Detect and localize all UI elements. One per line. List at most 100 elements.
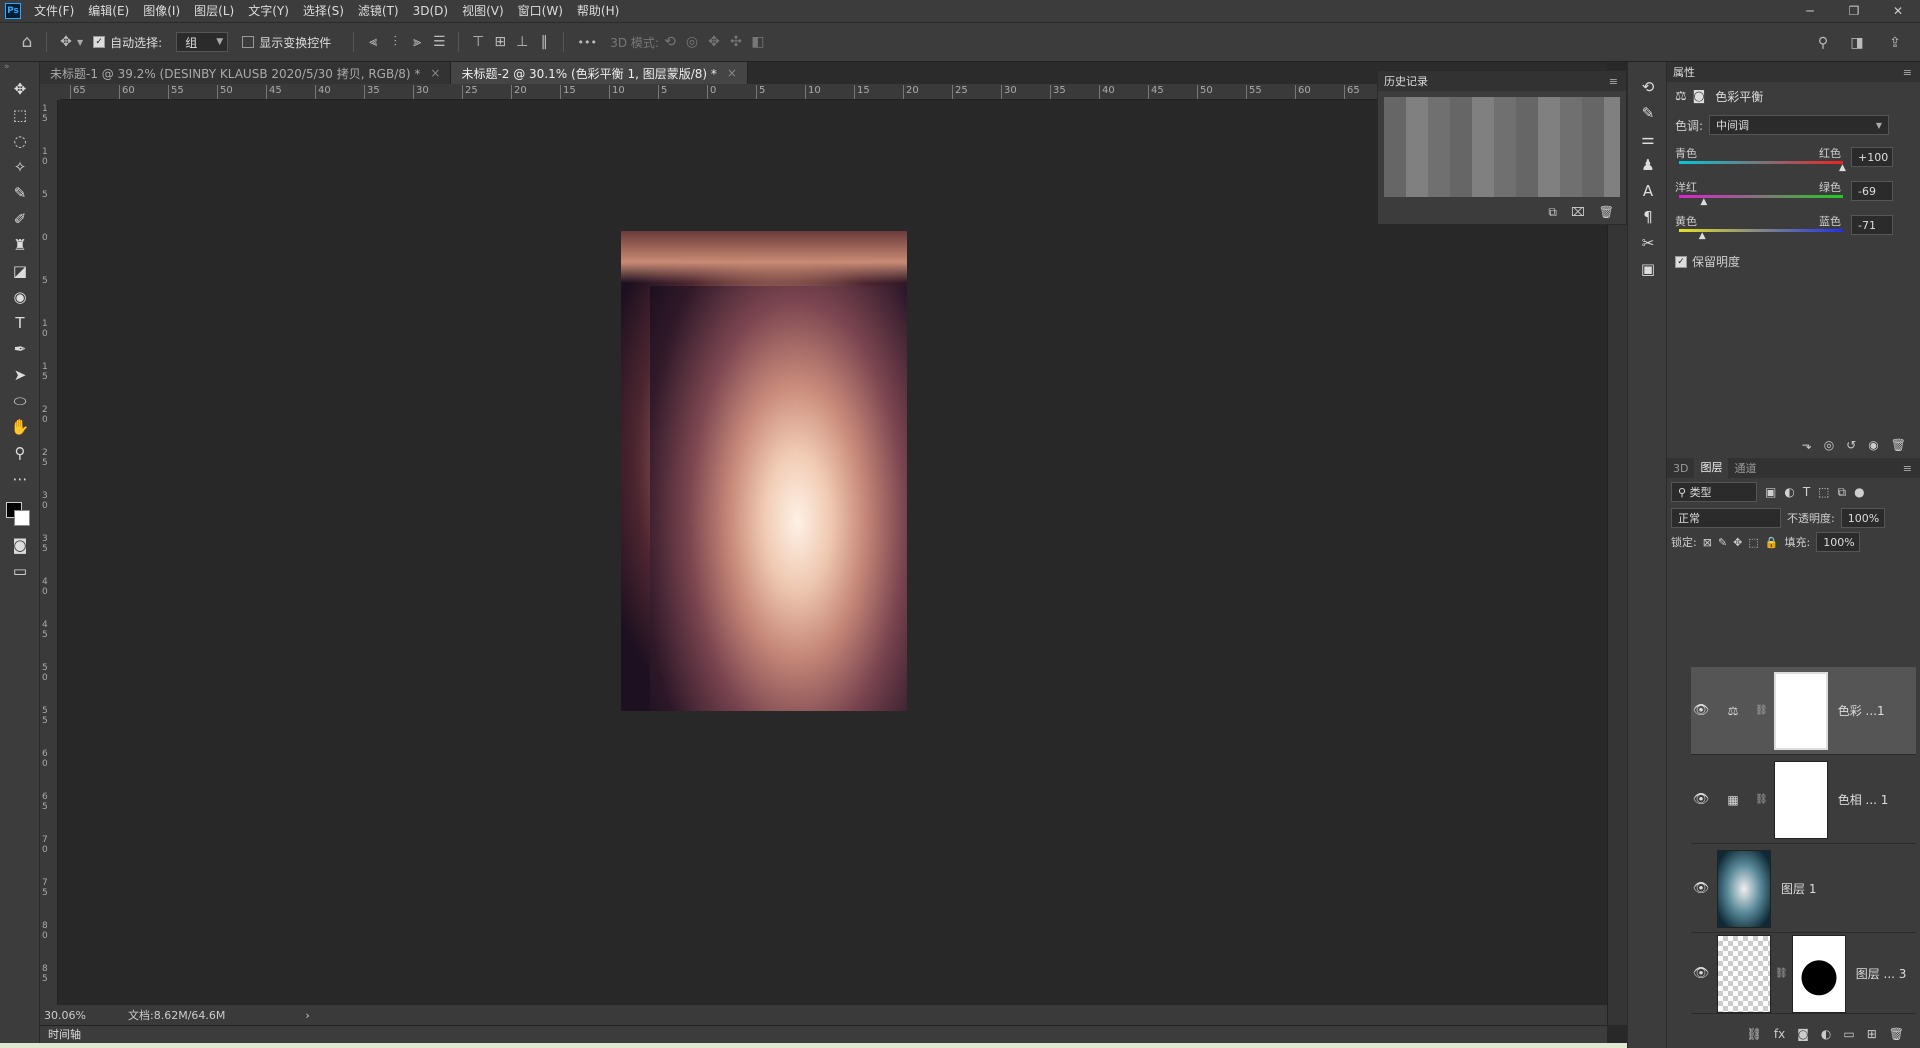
history-panel-icon[interactable]: ⟲ xyxy=(1628,74,1668,100)
screen-mode-icon[interactable]: ▭ xyxy=(0,558,40,584)
document-image[interactable] xyxy=(621,231,907,711)
adjustment-layer-icon[interactable]: ◐ xyxy=(1821,1027,1831,1041)
align-right-icon[interactable]: ⫸ xyxy=(406,31,428,53)
menu-view[interactable]: 视图(V) xyxy=(455,0,511,22)
share-icon[interactable]: ⇪ xyxy=(1884,32,1906,54)
chevron-down-icon[interactable]: ▼ xyxy=(77,38,83,47)
slider-thumb-icon[interactable]: ▲ xyxy=(1839,163,1846,173)
status-arrow-icon[interactable]: › xyxy=(305,1009,309,1022)
align-top-icon[interactable]: ⊤ xyxy=(467,31,489,53)
paint-bucket-tool-icon[interactable]: ◉ xyxy=(0,284,40,310)
layer-mask-thumbnail[interactable] xyxy=(1773,671,1828,750)
close-icon[interactable]: × xyxy=(727,66,737,80)
layer-row-hue-saturation[interactable]: 👁 ▦ ⛓ 色相 ... 1 xyxy=(1691,756,1916,844)
new-layer-icon[interactable]: ⊞ xyxy=(1867,1027,1877,1041)
group-icon[interactable]: ▭ xyxy=(1843,1027,1854,1041)
visibility-eye-icon[interactable]: 👁 xyxy=(1691,881,1711,896)
layer-thumbnail[interactable] xyxy=(1717,934,1771,1013)
menu-layer[interactable]: 图层(L) xyxy=(187,0,241,22)
history-title[interactable]: 历史记录 xyxy=(1384,73,1428,89)
lock-transparent-icon[interactable]: ⊠ xyxy=(1703,536,1712,549)
link-icon[interactable]: ⛓ xyxy=(1755,705,1768,716)
visibility-icon[interactable]: ◉ xyxy=(1868,438,1878,452)
history-snapshot-thumbnail[interactable] xyxy=(1384,97,1620,197)
more-tools-icon[interactable]: ⋯ xyxy=(0,466,40,492)
tab-3d[interactable]: 3D xyxy=(1667,462,1694,475)
menu-3d[interactable]: 3D(D) xyxy=(406,0,455,22)
menu-filter[interactable]: 滤镜(T) xyxy=(351,0,406,22)
slider-thumb-icon[interactable]: ▲ xyxy=(1700,197,1707,207)
filter-smart-icon[interactable]: ⧉ xyxy=(1838,485,1847,500)
libraries-icon[interactable]: ▣ xyxy=(1628,256,1668,282)
lock-artboard-icon[interactable]: ⬚ xyxy=(1748,536,1758,549)
marquee-tool-icon[interactable]: ⬚ xyxy=(0,102,40,128)
checkbox-checked-icon[interactable]: ✓ xyxy=(1675,255,1687,268)
mask-icon[interactable]: ◙ xyxy=(1693,89,1706,104)
workspace-icon[interactable]: ◨ xyxy=(1846,32,1868,54)
distribute-icon[interactable]: ☰ xyxy=(428,31,450,53)
3d-camera-icon[interactable]: ◧ xyxy=(747,31,769,53)
magic-wand-tool-icon[interactable]: ✧ xyxy=(0,154,40,180)
brush-tool-icon[interactable]: ✐ xyxy=(0,206,40,232)
visibility-eye-icon[interactable]: 👁 xyxy=(1691,792,1711,807)
lasso-tool-icon[interactable]: ◌ xyxy=(0,128,40,154)
3d-pan-icon[interactable]: ✥ xyxy=(703,31,725,53)
trash-icon[interactable]: 🗑 xyxy=(1891,438,1906,452)
lock-position-icon[interactable]: ✥ xyxy=(1733,536,1742,549)
filter-toggle-icon[interactable]: ● xyxy=(1854,485,1864,499)
zoom-level[interactable]: 30.06% xyxy=(44,1009,106,1022)
auto-select-dropdown[interactable]: 组 ▼ xyxy=(176,32,229,52)
tool-presets-icon[interactable]: ✂ xyxy=(1628,230,1668,256)
auto-select-checkbox[interactable]: ✓ 自动选择: xyxy=(93,34,162,51)
minimize-button[interactable]: ─ xyxy=(1788,0,1832,22)
menu-image[interactable]: 图像(I) xyxy=(136,0,187,22)
lock-all-icon[interactable]: 🔒 xyxy=(1765,536,1779,549)
home-icon[interactable]: ⌂ xyxy=(16,31,38,53)
type-tool-icon[interactable]: T xyxy=(0,310,40,336)
close-icon[interactable]: × xyxy=(430,66,440,80)
quick-mask-icon[interactable]: ◙ xyxy=(0,532,40,558)
filter-type-icon[interactable]: T xyxy=(1803,485,1810,499)
slider-value-field[interactable]: +100 xyxy=(1851,147,1893,167)
align-middle-icon[interactable]: ⊞ xyxy=(489,31,511,53)
view-previous-icon[interactable]: ◎ xyxy=(1824,438,1834,452)
hand-tool-icon[interactable]: ✋ xyxy=(0,414,40,440)
slider-value-field[interactable]: -69 xyxy=(1851,181,1893,201)
close-button[interactable]: ✕ xyxy=(1876,0,1920,22)
link-icon[interactable]: ⛓ xyxy=(1775,968,1788,979)
blend-mode-dropdown[interactable]: 正常 xyxy=(1671,508,1781,528)
add-mask-icon[interactable]: ◙ xyxy=(1797,1027,1809,1041)
eraser-tool-icon[interactable]: ◪ xyxy=(0,258,40,284)
align-center-icon[interactable]: ⫶ xyxy=(384,31,406,53)
vertical-scrollbar[interactable] xyxy=(1607,84,1627,1025)
more-options-icon[interactable]: ••• xyxy=(572,31,602,53)
layer-row-layer-3[interactable]: 👁 ⛓ 图层 ... 3 xyxy=(1691,934,1916,1014)
menu-window[interactable]: 窗口(W) xyxy=(511,0,570,22)
paragraph-icon[interactable]: ¶ xyxy=(1628,204,1668,230)
camera-icon[interactable]: ⌧ xyxy=(1571,205,1585,220)
tab-doc-2[interactable]: 未标题-2 @ 30.1% (色彩平衡 1, 图层蒙版/8) * × xyxy=(451,62,748,84)
stamp-tool-icon[interactable]: ♜ xyxy=(0,232,40,258)
panel-menu-icon[interactable]: ≡ xyxy=(1903,66,1912,79)
slider-thumb-icon[interactable]: ▲ xyxy=(1699,231,1706,241)
trash-icon[interactable]: 🗑 xyxy=(1889,1027,1904,1041)
canvas-area[interactable] xyxy=(60,100,1607,1005)
3d-roll-icon[interactable]: ◎ xyxy=(681,31,703,53)
link-icon[interactable]: ⛓ xyxy=(1755,794,1768,805)
layer-mask-thumbnail[interactable] xyxy=(1773,760,1828,839)
layer-row-color-balance[interactable]: 👁 ⚖ ⛓ 色彩 ...1 xyxy=(1691,667,1916,755)
path-select-tool-icon[interactable]: ➤ xyxy=(0,362,40,388)
align-bottom-icon[interactable]: ⊥ xyxy=(511,31,533,53)
fill-field[interactable]: 100% xyxy=(1816,532,1861,552)
shape-tool-icon[interactable]: ⬭ xyxy=(0,388,40,414)
filter-shape-icon[interactable]: ⬚ xyxy=(1818,485,1829,499)
menu-select[interactable]: 选择(S) xyxy=(296,0,351,22)
move-tool-icon[interactable]: ✥ xyxy=(55,31,77,53)
brush-settings-icon[interactable]: ✎ xyxy=(1628,100,1668,126)
clip-to-layer-icon[interactable]: ⬎ xyxy=(1802,438,1812,452)
eyedropper-tool-icon[interactable]: ✎ xyxy=(0,180,40,206)
panel-menu-icon[interactable]: ≡ xyxy=(1903,462,1912,475)
properties-title[interactable]: 属性 xyxy=(1673,64,1695,80)
tab-channels[interactable]: 通道 xyxy=(1728,460,1762,476)
timeline-label[interactable]: 时间轴 xyxy=(48,1028,81,1041)
